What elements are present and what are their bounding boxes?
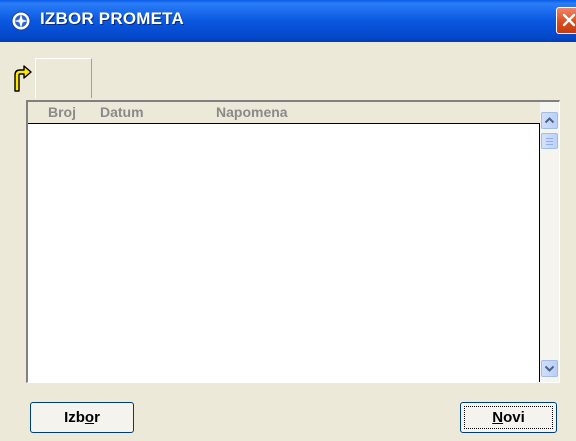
izbor-button[interactable]: Izbor bbox=[30, 402, 134, 433]
chevron-up-icon bbox=[544, 117, 555, 124]
return-arrow-icon[interactable] bbox=[12, 64, 32, 92]
izbor-label-pre: Izb bbox=[64, 409, 85, 426]
scroll-thumb[interactable] bbox=[541, 133, 558, 149]
column-header-datum[interactable]: Datum bbox=[100, 104, 144, 120]
grid-header: Broj Datum Napomena bbox=[28, 102, 540, 124]
column-header-napomena[interactable]: Napomena bbox=[216, 104, 288, 120]
scroll-up-button[interactable] bbox=[541, 112, 558, 129]
close-icon bbox=[562, 13, 576, 27]
column-header-broj[interactable]: Broj bbox=[48, 104, 76, 120]
chevron-down-icon bbox=[544, 365, 555, 372]
izbor-label-mnemonic: o bbox=[84, 409, 95, 426]
novi-button[interactable]: Novi bbox=[460, 402, 557, 433]
scroll-down-button[interactable] bbox=[541, 360, 558, 377]
novi-label-mnemonic: N bbox=[492, 409, 504, 426]
compass-icon bbox=[11, 11, 31, 31]
window-title: IZBOR PROMETA bbox=[40, 9, 184, 28]
records-grid[interactable]: Broj Datum Napomena bbox=[26, 100, 560, 383]
tab-placeholder[interactable] bbox=[35, 58, 92, 98]
vertical-scrollbar[interactable] bbox=[540, 102, 559, 382]
title-bar[interactable]: IZBOR PROMETA bbox=[0, 0, 576, 42]
izbor-button-label: Izbor bbox=[31, 409, 133, 426]
izbor-label-post: r bbox=[94, 409, 100, 426]
grid-body[interactable] bbox=[28, 124, 540, 382]
close-button[interactable] bbox=[556, 7, 576, 34]
novi-label-post: ovi bbox=[503, 409, 525, 426]
novi-button-label: Novi bbox=[461, 409, 556, 426]
